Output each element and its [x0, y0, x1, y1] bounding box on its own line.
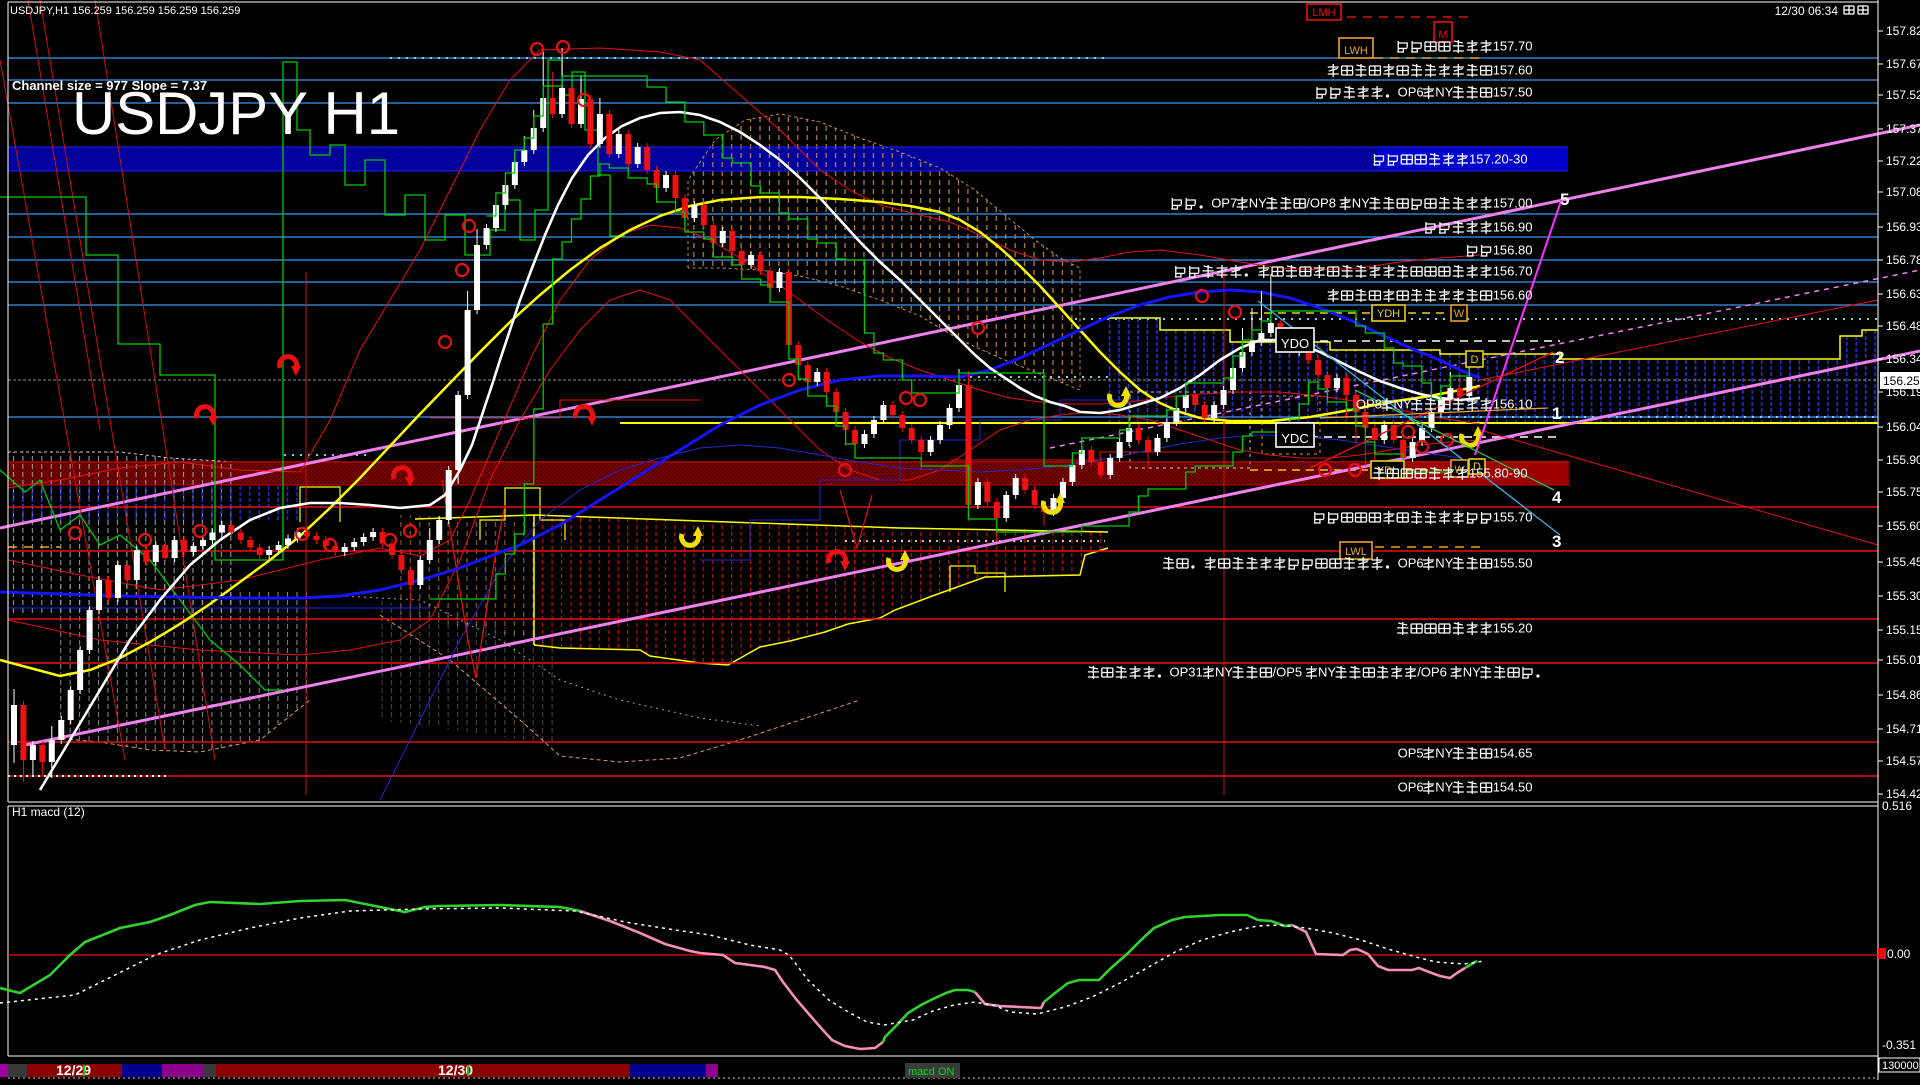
svg-text:154.50: 154.50	[1493, 779, 1533, 794]
svg-text:LWL: LWL	[1345, 546, 1367, 558]
svg-text:NY: NY	[1394, 396, 1412, 411]
svg-text:W: W	[1454, 308, 1465, 320]
svg-text:H1 macd (12): H1 macd (12)	[12, 805, 85, 819]
svg-text:154.860: 154.860	[1886, 688, 1920, 702]
svg-text:LWH: LWH	[1344, 45, 1368, 57]
svg-text:NY: NY	[1249, 195, 1267, 210]
svg-text:156.045: 156.045	[1886, 420, 1920, 434]
svg-text:YDC: YDC	[1281, 431, 1308, 446]
svg-text:155.900: 155.900	[1886, 453, 1920, 467]
svg-text:154.570: 154.570	[1886, 754, 1920, 768]
svg-text:OP6: OP6	[1398, 779, 1424, 794]
svg-text:157.20-30: 157.20-30	[1469, 151, 1528, 166]
svg-text:156.259: 156.259	[1883, 374, 1920, 388]
svg-text:157.70: 157.70	[1493, 38, 1533, 53]
svg-text:NY: NY	[1435, 745, 1453, 760]
svg-text:macd ON: macd ON	[908, 1066, 955, 1078]
svg-text:12/30 06:34: 12/30 06:34	[1775, 4, 1839, 18]
svg-text:155.455: 155.455	[1886, 555, 1920, 569]
svg-text:NY: NY	[1435, 555, 1453, 570]
svg-text:NY: NY	[1352, 195, 1370, 210]
svg-text:155.70: 155.70	[1493, 509, 1533, 524]
svg-text:3: 3	[1552, 532, 1561, 551]
svg-text:OP31: OP31	[1170, 664, 1203, 679]
svg-text:155.80-90: 155.80-90	[1469, 465, 1528, 480]
svg-text:0.00: 0.00	[1887, 947, 1911, 961]
svg-text:155.20: 155.20	[1493, 620, 1533, 635]
svg-text:156.930: 156.930	[1886, 220, 1920, 234]
svg-text:2: 2	[1555, 348, 1564, 367]
svg-text:157.60: 157.60	[1493, 62, 1533, 77]
svg-text:157.525: 157.525	[1886, 88, 1920, 102]
svg-text:YDH: YDH	[1377, 308, 1400, 320]
svg-text:1: 1	[1552, 404, 1561, 423]
svg-text:M: M	[1438, 29, 1447, 41]
svg-text:-0.351: -0.351	[1882, 1038, 1916, 1052]
svg-text:156.780: 156.780	[1886, 253, 1920, 267]
svg-text:OP7: OP7	[1211, 195, 1237, 210]
svg-text:0.516: 0.516	[1882, 799, 1912, 813]
svg-text:/OP8: /OP8	[1306, 195, 1336, 210]
svg-text:157.820: 157.820	[1886, 24, 1920, 38]
svg-text:D: D	[1471, 354, 1479, 366]
svg-text:NY: NY	[1435, 779, 1453, 794]
svg-text:156.485: 156.485	[1886, 319, 1920, 333]
svg-text:157.670: 157.670	[1886, 57, 1920, 71]
svg-text:154.715: 154.715	[1886, 722, 1920, 736]
svg-text:157.00: 157.00	[1493, 195, 1533, 210]
svg-text:154.65: 154.65	[1493, 745, 1533, 760]
svg-text:USDJPY H1: USDJPY H1	[72, 80, 400, 147]
svg-text:155.010: 155.010	[1886, 653, 1920, 667]
svg-text:156.70: 156.70	[1493, 263, 1533, 278]
svg-text:NY: NY	[1318, 664, 1336, 679]
svg-text:156.10: 156.10	[1493, 396, 1533, 411]
svg-text:155.155: 155.155	[1886, 623, 1920, 637]
svg-text:NY: NY	[1463, 664, 1481, 679]
svg-text:156.635: 156.635	[1886, 287, 1920, 301]
svg-text:155.50: 155.50	[1493, 555, 1533, 570]
svg-text:NY: NY	[1435, 84, 1453, 99]
svg-text:OP6: OP6	[1398, 84, 1424, 99]
svg-text:/OP6: /OP6	[1417, 664, 1447, 679]
svg-text:156.60: 156.60	[1493, 287, 1533, 302]
svg-text:157.375: 157.375	[1886, 122, 1920, 136]
svg-text:USDJPY,H1 156.259 156.259 156: USDJPY,H1 156.259 156.259 156.259 156.25…	[10, 5, 240, 17]
svg-text:155.600: 155.600	[1886, 519, 1920, 533]
svg-text:OP6: OP6	[1398, 555, 1424, 570]
svg-text:4: 4	[1552, 488, 1562, 507]
svg-text:LMH: LMH	[1312, 7, 1335, 19]
svg-text:/OP5: /OP5	[1273, 664, 1303, 679]
svg-text:OP8: OP8	[1356, 396, 1382, 411]
svg-text:NY: NY	[1215, 664, 1233, 679]
svg-text:157.080: 157.080	[1886, 185, 1920, 199]
svg-text:130000: 130000	[1882, 1060, 1919, 1072]
svg-text:12/29: 12/29	[56, 1062, 91, 1078]
svg-text:157.225: 157.225	[1886, 154, 1920, 168]
svg-text:5: 5	[1560, 190, 1569, 209]
svg-text:155.305: 155.305	[1886, 589, 1920, 603]
svg-text:157.50: 157.50	[1493, 84, 1533, 99]
svg-text:155.750: 155.750	[1886, 485, 1920, 499]
svg-text:YDO: YDO	[1281, 336, 1309, 351]
svg-text:156.80: 156.80	[1493, 242, 1533, 257]
svg-text:OP5: OP5	[1398, 745, 1424, 760]
svg-text:156.340: 156.340	[1886, 352, 1920, 366]
svg-text:156.90: 156.90	[1493, 219, 1533, 234]
